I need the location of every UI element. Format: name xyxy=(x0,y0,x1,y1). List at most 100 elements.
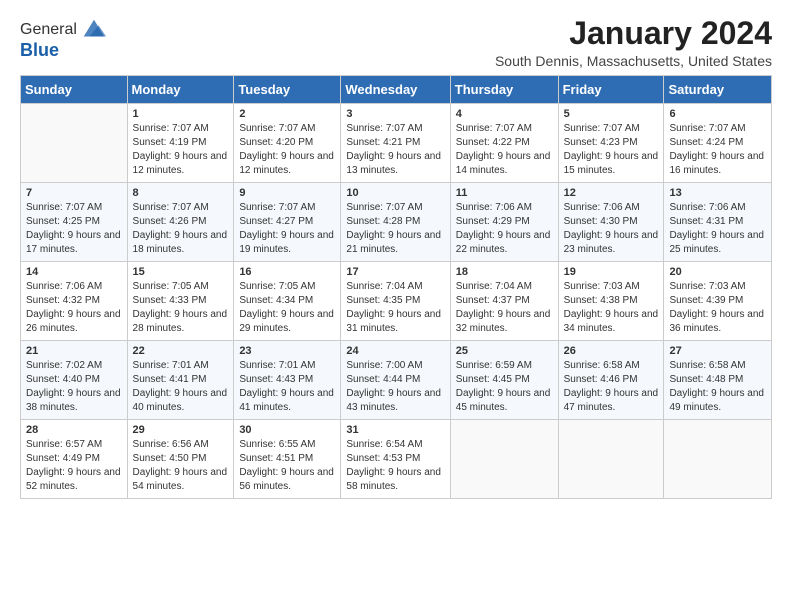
day-info: Sunrise: 7:07 AMSunset: 4:21 PMDaylight:… xyxy=(346,122,444,178)
day-number: 16 xyxy=(239,266,335,278)
day-number: 22 xyxy=(133,345,229,357)
day-info: Sunrise: 7:01 AMSunset: 4:43 PMDaylight:… xyxy=(239,359,335,415)
day-cell xyxy=(450,420,558,499)
day-cell: 8 Sunrise: 7:07 AMSunset: 4:26 PMDaylight… xyxy=(127,183,234,262)
day-number: 17 xyxy=(346,266,444,278)
weekday-header-row: SundayMondayTuesdayWednesdayThursdayFrid… xyxy=(21,76,772,104)
day-cell: 26 Sunrise: 6:58 AMSunset: 4:46 PMDayligh… xyxy=(558,341,664,420)
day-info: Sunrise: 7:00 AMSunset: 4:44 PMDaylight:… xyxy=(346,359,444,415)
day-cell: 28 Sunrise: 6:57 AMSunset: 4:49 PMDayligh… xyxy=(21,420,128,499)
day-cell: 29 Sunrise: 6:56 AMSunset: 4:50 PMDayligh… xyxy=(127,420,234,499)
day-cell: 25 Sunrise: 6:59 AMSunset: 4:45 PMDayligh… xyxy=(450,341,558,420)
day-number: 12 xyxy=(564,187,659,199)
day-number: 19 xyxy=(564,266,659,278)
title-block: January 2024 South Dennis, Massachusetts… xyxy=(495,16,772,69)
day-info: Sunrise: 6:56 AMSunset: 4:50 PMDaylight:… xyxy=(133,438,229,494)
day-number: 30 xyxy=(239,424,335,436)
day-info: Sunrise: 7:07 AMSunset: 4:25 PMDaylight:… xyxy=(26,201,122,257)
week-row-5: 28 Sunrise: 6:57 AMSunset: 4:49 PMDayligh… xyxy=(21,420,772,499)
page-container: General Blue January 2024 South Dennis, … xyxy=(0,0,792,509)
day-number: 5 xyxy=(564,108,659,120)
day-info: Sunrise: 7:07 AMSunset: 4:20 PMDaylight:… xyxy=(239,122,335,178)
day-info: Sunrise: 7:06 AMSunset: 4:32 PMDaylight:… xyxy=(26,280,122,336)
day-info: Sunrise: 6:59 AMSunset: 4:45 PMDaylight:… xyxy=(456,359,553,415)
day-info: Sunrise: 7:07 AMSunset: 4:26 PMDaylight:… xyxy=(133,201,229,257)
day-cell xyxy=(558,420,664,499)
day-cell: 13Sunrise: 7:06 AMSunset: 4:31 PMDayligh… xyxy=(664,183,772,262)
day-cell xyxy=(664,420,772,499)
weekday-header-thursday: Thursday xyxy=(450,76,558,104)
day-number: 31 xyxy=(346,424,444,436)
day-cell: 7Sunrise: 7:07 AMSunset: 4:25 PMDaylight… xyxy=(21,183,128,262)
day-info: Sunrise: 7:03 AMSunset: 4:38 PMDaylight:… xyxy=(564,280,659,336)
weekday-header-sunday: Sunday xyxy=(21,76,128,104)
day-info: Sunrise: 6:58 AMSunset: 4:46 PMDaylight:… xyxy=(564,359,659,415)
day-info: Sunrise: 7:07 AMSunset: 4:23 PMDaylight:… xyxy=(564,122,659,178)
month-year-title: January 2024 xyxy=(495,16,772,51)
day-number: 13 xyxy=(669,187,766,199)
week-row-1: 1Sunrise: 7:07 AMSunset: 4:19 PMDaylight… xyxy=(21,104,772,183)
weekday-header-wednesday: Wednesday xyxy=(341,76,450,104)
day-number: 9 xyxy=(239,187,335,199)
day-number: 3 xyxy=(346,108,444,120)
day-cell: 5 Sunrise: 7:07 AMSunset: 4:23 PMDaylight… xyxy=(558,104,664,183)
weekday-header-monday: Monday xyxy=(127,76,234,104)
day-cell: 27Sunrise: 6:58 AMSunset: 4:48 PMDayligh… xyxy=(664,341,772,420)
weekday-header-tuesday: Tuesday xyxy=(234,76,341,104)
day-info: Sunrise: 7:03 AMSunset: 4:39 PMDaylight:… xyxy=(669,280,766,336)
logo-general-text: General xyxy=(20,21,77,39)
day-number: 11 xyxy=(456,187,553,199)
day-cell: 23 Sunrise: 7:01 AMSunset: 4:43 PMDayligh… xyxy=(234,341,341,420)
day-number: 25 xyxy=(456,345,553,357)
day-number: 8 xyxy=(133,187,229,199)
day-cell: 3 Sunrise: 7:07 AMSunset: 4:21 PMDaylight… xyxy=(341,104,450,183)
day-number: 23 xyxy=(239,345,335,357)
day-number: 21 xyxy=(26,345,122,357)
day-number: 28 xyxy=(26,424,122,436)
day-info: Sunrise: 7:07 AMSunset: 4:22 PMDaylight:… xyxy=(456,122,553,178)
header: General Blue January 2024 South Dennis, … xyxy=(20,16,772,69)
day-info: Sunrise: 7:02 AMSunset: 4:40 PMDaylight:… xyxy=(26,359,122,415)
day-cell: 19 Sunrise: 7:03 AMSunset: 4:38 PMDayligh… xyxy=(558,262,664,341)
day-number: 6 xyxy=(669,108,766,120)
day-cell: 22Sunrise: 7:01 AMSunset: 4:41 PMDayligh… xyxy=(127,341,234,420)
day-info: Sunrise: 7:04 AMSunset: 4:35 PMDaylight:… xyxy=(346,280,444,336)
day-cell: 16 Sunrise: 7:05 AMSunset: 4:34 PMDayligh… xyxy=(234,262,341,341)
day-cell: 4 Sunrise: 7:07 AMSunset: 4:22 PMDaylight… xyxy=(450,104,558,183)
day-cell: 1Sunrise: 7:07 AMSunset: 4:19 PMDaylight… xyxy=(127,104,234,183)
day-info: Sunrise: 7:07 AMSunset: 4:28 PMDaylight:… xyxy=(346,201,444,257)
day-cell: 9 Sunrise: 7:07 AMSunset: 4:27 PMDaylight… xyxy=(234,183,341,262)
location-subtitle: South Dennis, Massachusetts, United Stat… xyxy=(495,53,772,69)
day-cell: 24Sunrise: 7:00 AMSunset: 4:44 PMDayligh… xyxy=(341,341,450,420)
day-info: Sunrise: 7:05 AMSunset: 4:33 PMDaylight:… xyxy=(133,280,229,336)
day-info: Sunrise: 6:55 AMSunset: 4:51 PMDaylight:… xyxy=(239,438,335,494)
day-info: Sunrise: 7:07 AMSunset: 4:27 PMDaylight:… xyxy=(239,201,335,257)
day-number: 1 xyxy=(133,108,229,120)
day-number: 29 xyxy=(133,424,229,436)
day-number: 26 xyxy=(564,345,659,357)
day-number: 14 xyxy=(26,266,122,278)
day-cell: 10 Sunrise: 7:07 AMSunset: 4:28 PMDayligh… xyxy=(341,183,450,262)
logo-icon xyxy=(80,16,108,44)
day-number: 2 xyxy=(239,108,335,120)
day-cell: 6 Sunrise: 7:07 AMSunset: 4:24 PMDaylight… xyxy=(664,104,772,183)
day-info: Sunrise: 7:04 AMSunset: 4:37 PMDaylight:… xyxy=(456,280,553,336)
day-number: 10 xyxy=(346,187,444,199)
day-cell: 11 Sunrise: 7:06 AMSunset: 4:29 PMDayligh… xyxy=(450,183,558,262)
day-number: 4 xyxy=(456,108,553,120)
day-cell: 12Sunrise: 7:06 AMSunset: 4:30 PMDayligh… xyxy=(558,183,664,262)
day-cell: 15 Sunrise: 7:05 AMSunset: 4:33 PMDayligh… xyxy=(127,262,234,341)
day-number: 18 xyxy=(456,266,553,278)
day-cell xyxy=(21,104,128,183)
day-number: 15 xyxy=(133,266,229,278)
day-cell: 20Sunrise: 7:03 AMSunset: 4:39 PMDayligh… xyxy=(664,262,772,341)
day-info: Sunrise: 6:57 AMSunset: 4:49 PMDaylight:… xyxy=(26,438,122,494)
day-number: 27 xyxy=(669,345,766,357)
day-info: Sunrise: 6:54 AMSunset: 4:53 PMDaylight:… xyxy=(346,438,444,494)
day-cell: 2 Sunrise: 7:07 AMSunset: 4:20 PMDaylight… xyxy=(234,104,341,183)
logo: General Blue xyxy=(20,16,108,61)
day-cell: 21 Sunrise: 7:02 AMSunset: 4:40 PMDayligh… xyxy=(21,341,128,420)
day-info: Sunrise: 7:05 AMSunset: 4:34 PMDaylight:… xyxy=(239,280,335,336)
day-info: Sunrise: 7:07 AMSunset: 4:24 PMDaylight:… xyxy=(669,122,766,178)
day-info: Sunrise: 7:06 AMSunset: 4:29 PMDaylight:… xyxy=(456,201,553,257)
